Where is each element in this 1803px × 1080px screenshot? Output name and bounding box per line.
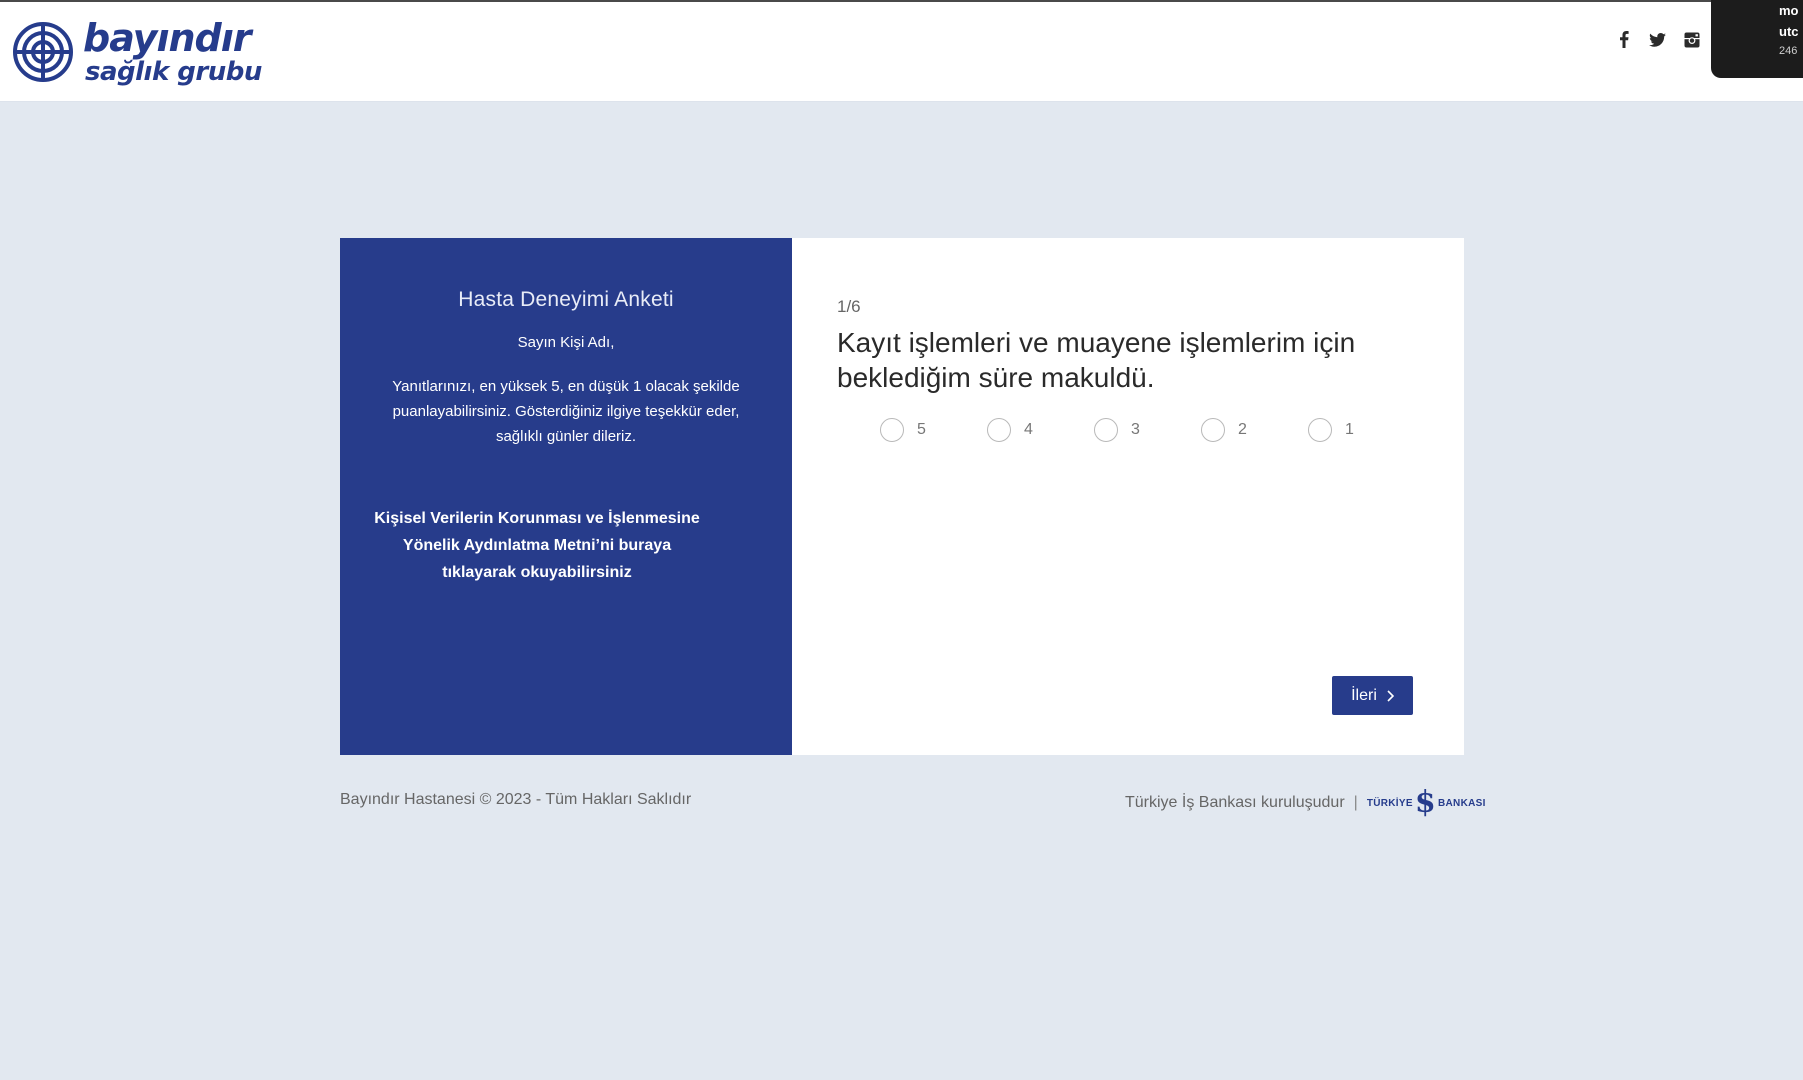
isbank-logo-right: BANKASI xyxy=(1438,797,1486,809)
social-links xyxy=(1613,29,1702,50)
rating-option-3[interactable]: 3 xyxy=(1094,418,1201,442)
site-header: bayındır sağlık grubu xyxy=(0,2,1803,102)
copyright-text: Bayındır Hastanesi © 2023 - Tüm Hakları … xyxy=(340,791,692,808)
next-button[interactable]: İleri xyxy=(1332,676,1413,715)
logo-line-2: sağlık grubu xyxy=(85,57,262,87)
instagram-icon[interactable] xyxy=(1681,29,1702,50)
survey-intro-panel: Hasta Deneyimi Anketi Sayın Kişi Adı, Ya… xyxy=(340,238,792,755)
isbank-logo-left: TÜRKİYE xyxy=(1366,797,1413,809)
footer-separator: | xyxy=(1353,794,1358,811)
bayindir-logo[interactable]: bayındır sağlık grubu xyxy=(13,18,262,86)
survey-title: Hasta Deneyimi Anketi xyxy=(458,288,674,311)
rating-option-5[interactable]: 5 xyxy=(880,418,987,442)
question-text: Kayıt işlemleri ve muayene işlemlerim iç… xyxy=(837,327,1356,393)
rating-option-1[interactable]: 1 xyxy=(1308,418,1415,442)
radio-button[interactable] xyxy=(1308,418,1332,442)
bayindir-globe-logo-icon xyxy=(13,22,73,82)
kvkk-disclosure-link[interactable]: Kişisel Verilerin Korunması ve İşlenmesi… xyxy=(367,505,707,586)
facebook-icon[interactable] xyxy=(1613,29,1634,50)
rating-option-4[interactable]: 4 xyxy=(987,418,1094,442)
rating-option-label: 1 xyxy=(1345,421,1354,438)
twitter-icon[interactable] xyxy=(1647,29,1668,50)
logo-line-1: bayındır xyxy=(83,16,251,60)
radio-button[interactable] xyxy=(987,418,1011,442)
rating-option-2[interactable]: 2 xyxy=(1201,418,1308,442)
survey-card: Hasta Deneyimi Anketi Sayın Kişi Adı, Ya… xyxy=(340,238,1464,755)
overlay-line-3: 246 xyxy=(1779,44,1798,57)
question-progress: 1/6 xyxy=(837,297,861,316)
overlay-tooltip: mo utc 246 xyxy=(1711,0,1803,78)
affiliation-text: Türkiye İş Bankası kuruluşudur xyxy=(1125,794,1345,811)
chevron-right-icon xyxy=(1387,689,1394,702)
radio-button[interactable] xyxy=(1094,418,1118,442)
rating-option-label: 4 xyxy=(1024,421,1033,438)
overlay-line-1: mo xyxy=(1779,3,1799,18)
radio-button[interactable] xyxy=(1201,418,1225,442)
rating-options: 5 4 3 2 1 xyxy=(880,418,1415,442)
next-button-label: İleri xyxy=(1351,686,1377,704)
radio-button[interactable] xyxy=(880,418,904,442)
logo-wordmark: bayındır sağlık grubu xyxy=(83,19,262,85)
question-panel: 1/6 Kayıt işlemleri ve muayene işlemleri… xyxy=(792,238,1464,755)
footer-affiliation: Türkiye İş Bankası kuruluşudur | TÜRKİYE… xyxy=(1125,788,1486,818)
rating-option-label: 2 xyxy=(1238,421,1247,438)
intro-text: Yanıtlarınızı, en yüksek 5, en düşük 1 o… xyxy=(392,378,740,445)
greeting-text: Sayın Kişi Adı, xyxy=(517,334,615,351)
rating-option-label: 5 xyxy=(917,421,926,438)
overlay-line-2: utc xyxy=(1779,23,1799,39)
isbank-symbol-icon: $ xyxy=(1414,785,1436,820)
isbank-logo[interactable]: TÜRKİYE $ BANKASI xyxy=(1367,788,1486,818)
rating-option-label: 3 xyxy=(1131,421,1140,438)
